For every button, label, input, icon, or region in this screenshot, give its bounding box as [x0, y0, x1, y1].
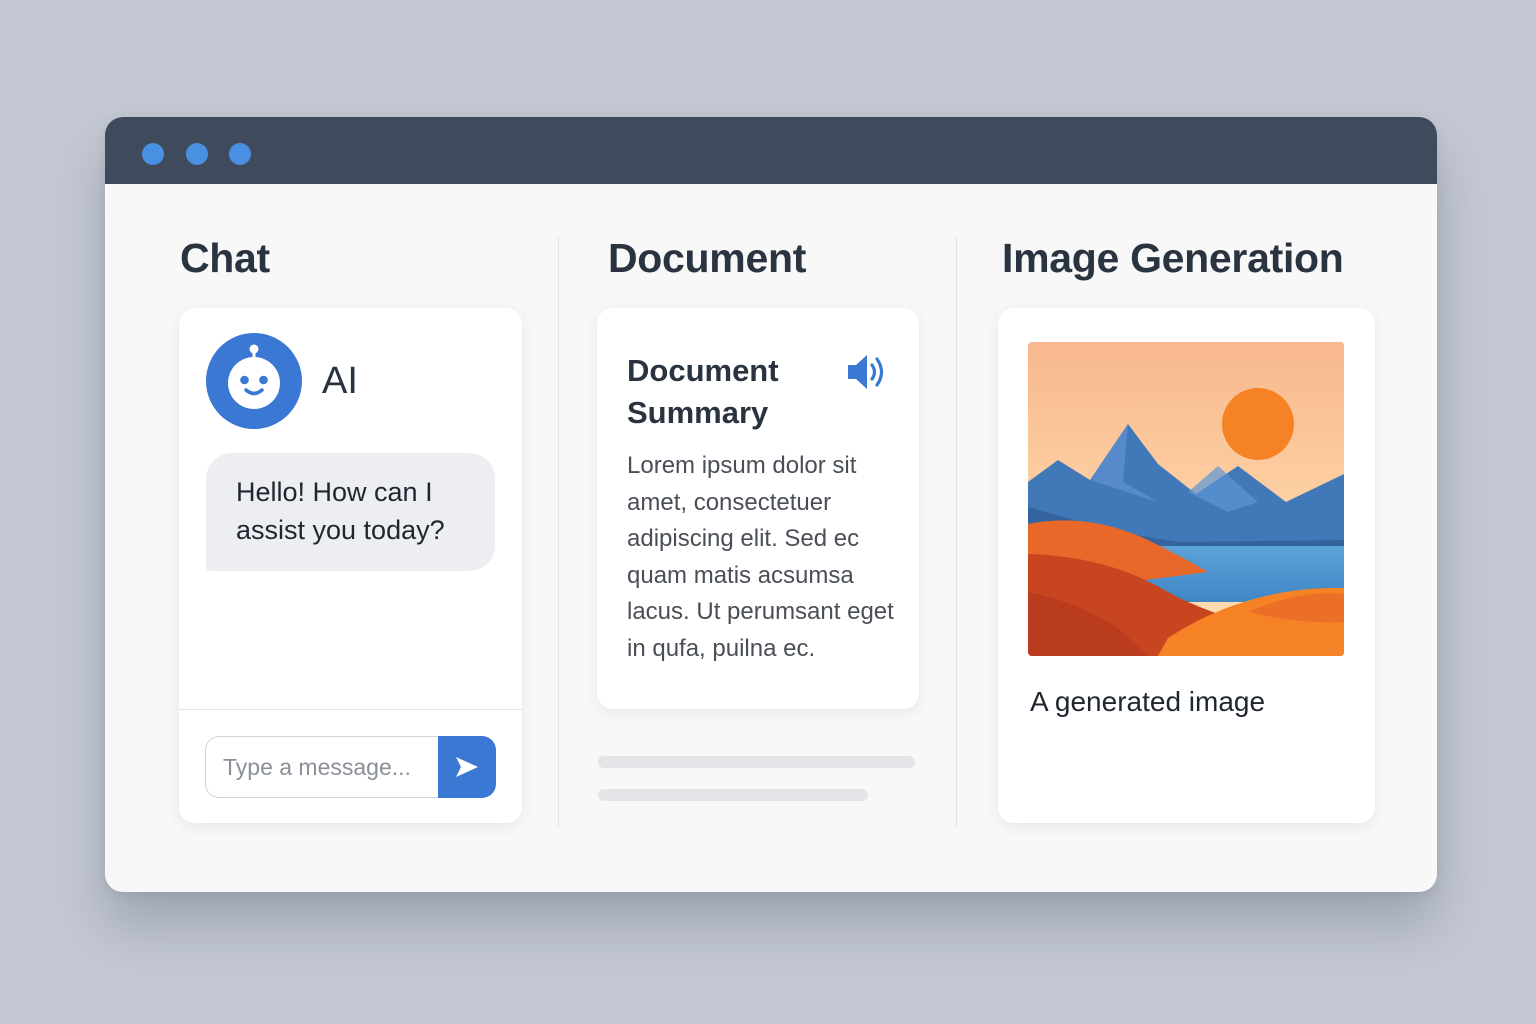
chat-separator [179, 709, 522, 710]
document-summary-text: Lorem ipsum dolor sit amet, consectetuer… [627, 452, 894, 662]
speaker-icon[interactable] [845, 350, 891, 399]
document-column-title: Document [608, 235, 807, 281]
window-dot-maximize[interactable] [229, 143, 251, 165]
chat-card: AI Hello! How can I assist you today? [179, 308, 522, 823]
message-input[interactable] [205, 736, 440, 798]
window-dot-minimize[interactable] [186, 143, 208, 165]
column-divider-1 [558, 237, 559, 827]
loading-placeholder-line [598, 756, 915, 768]
image-generation-column-title: Image Generation [1002, 235, 1344, 281]
loading-placeholder-line [598, 789, 868, 801]
bot-name: AI [322, 360, 358, 402]
robot-face-icon [206, 333, 302, 429]
document-summary-title: Document Summary [627, 353, 779, 430]
send-arrow-icon [456, 757, 478, 777]
app-window: Chat AI Hello! How can I assist you toda… [105, 117, 1437, 892]
image-card: A generated image [998, 308, 1375, 823]
chat-column-title: Chat [180, 235, 270, 281]
generated-landscape-image[interactable] [1028, 342, 1344, 656]
image-caption: A generated image [1030, 686, 1266, 717]
window-titlebar [105, 117, 1437, 184]
chat-message-bubble: Hello! How can I assist you today? [206, 453, 495, 571]
send-button[interactable] [438, 736, 496, 798]
column-divider-2 [956, 237, 957, 827]
document-card: Document Summary Lorem ipsum dolor sit a… [597, 308, 919, 709]
window-dot-close[interactable] [142, 143, 164, 165]
